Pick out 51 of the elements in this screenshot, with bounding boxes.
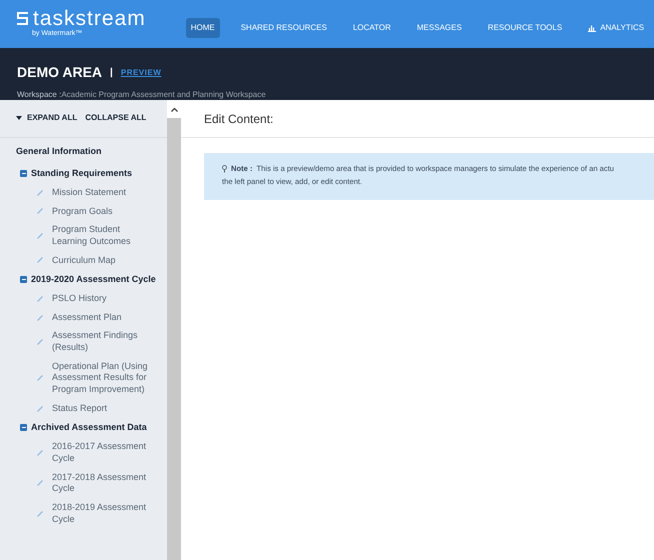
area-title: DEMO AREA xyxy=(17,63,102,82)
pencil-icon xyxy=(36,338,44,346)
lightbulb-icon xyxy=(222,164,227,173)
nav-tab[interactable]: SHARED RESOURCES xyxy=(236,18,332,38)
sidebar-link[interactable]: Program Student Learning Outcomes xyxy=(52,224,157,248)
pencil-icon xyxy=(36,374,44,382)
caret-icon xyxy=(16,116,22,120)
sidebar-link[interactable]: 2016-2017 Assessment Cycle xyxy=(52,441,157,465)
collapse-icon[interactable] xyxy=(20,424,27,432)
nav-tab[interactable]: HOME xyxy=(186,18,220,38)
pencil-icon xyxy=(36,232,44,240)
pencil-icon xyxy=(36,294,44,303)
pencil-icon xyxy=(36,207,44,216)
brand-name: taskstream xyxy=(33,8,146,30)
sidebar-link[interactable]: 2018-2019 Assessment Cycle xyxy=(52,502,157,526)
section-title[interactable]: 2019-2020 Assessment Cycle xyxy=(31,274,156,286)
sidebar-link[interactable]: Mission Statement xyxy=(52,186,126,199)
logo-icon xyxy=(16,11,29,26)
scroll-up-button[interactable] xyxy=(167,100,181,118)
page-title: Edit Content: xyxy=(181,100,654,138)
pencil-icon xyxy=(36,256,44,264)
sidebar-link[interactable]: PSLO History xyxy=(52,293,107,305)
pencil-icon xyxy=(36,314,44,322)
section-title[interactable]: Archived Assessment Data xyxy=(31,422,147,434)
pencil-icon xyxy=(36,479,44,488)
sidebar-link[interactable]: Operational Plan (Using Assessment Results for Program Improvement) xyxy=(52,360,157,396)
expand-all-button[interactable]: EXPAND ALL xyxy=(16,113,78,124)
nav-tab[interactable]: ANALYTICS xyxy=(583,18,650,38)
section-title[interactable]: Standing Requirements xyxy=(31,168,132,180)
pencil-icon xyxy=(36,448,44,457)
chevron-up-icon xyxy=(170,106,178,112)
pencil-icon xyxy=(36,510,44,518)
workspace-label: Workspace :Academic Program Assessment and Planning Workspace xyxy=(17,89,267,101)
section-title[interactable]: General Information xyxy=(16,146,102,158)
pencil-icon xyxy=(36,404,44,413)
sidebar-link[interactable]: Assessment Findings (Results) xyxy=(52,330,157,354)
pencil-icon xyxy=(36,188,44,197)
separator: | xyxy=(110,66,113,80)
sidebar-link[interactable]: Status Report xyxy=(52,402,108,414)
collapse-icon[interactable] xyxy=(20,170,27,178)
preview-link[interactable]: PREVIEW xyxy=(120,66,162,78)
nav-tab[interactable]: LOCATOR xyxy=(348,18,396,38)
collapse-icon[interactable] xyxy=(20,276,27,284)
nav-tab[interactable]: MESSAGES xyxy=(412,18,467,38)
nav-tab[interactable]: RESOURCE TOOLS xyxy=(482,18,568,38)
sidebar-link[interactable]: Program Goals xyxy=(52,206,113,218)
sidebar-link[interactable]: Assessment Plan xyxy=(52,312,122,324)
sidebar-link[interactable]: 2017-2018 Assessment Cycle xyxy=(52,472,157,495)
sidebar-link[interactable]: Curriculum Map xyxy=(52,254,116,266)
collapse-all-button[interactable]: COLLAPSE ALL xyxy=(85,113,146,124)
bar-chart-icon xyxy=(588,24,596,32)
